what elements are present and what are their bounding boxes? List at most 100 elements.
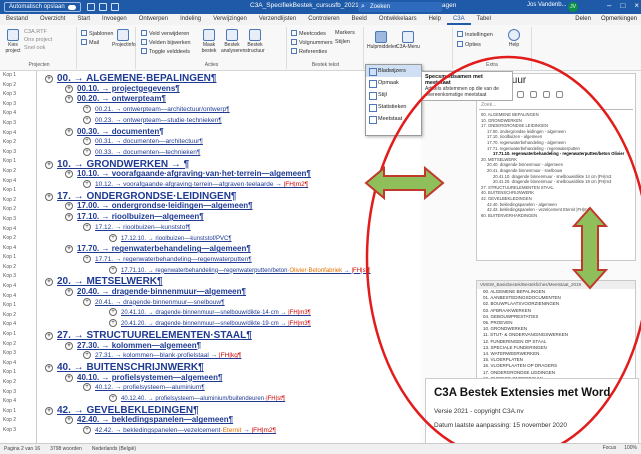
tree-item[interactable]: 60. BUITENVERHARDINGEN	[477, 213, 635, 219]
heading-level-1[interactable]: +00. → ALGEMENE·BEPALINGEN¶	[45, 73, 216, 84]
heading-level-3[interactable]: +10.12. → voorafgaande·afgraving·terrein…	[83, 180, 308, 188]
word-count[interactable]: 3798 woorden	[50, 446, 82, 452]
tab-indeling[interactable]: Indeling	[174, 14, 207, 25]
expand-icon[interactable]: +	[45, 160, 53, 169]
close-icon[interactable]: ×	[634, 1, 639, 10]
menu-item-bladwijzers[interactable]: Bladwijzers	[366, 65, 421, 77]
heading-level-1[interactable]: +27. → STRUCTUURELEMENTEN·STAAL¶	[45, 330, 252, 341]
heading-level-1[interactable]: +42. → GEVELBEKLEDINGEN¶	[45, 405, 199, 416]
heading-level-3[interactable]: +00.21. → ontwerpteam—architectuur/ontwe…	[83, 105, 230, 114]
expand-icon[interactable]: +	[83, 105, 91, 114]
expand-icon[interactable]: +	[65, 213, 73, 222]
tab-bestand[interactable]: Bestand	[0, 14, 34, 25]
heading-level-3[interactable]: +20.41. → dragende·binnenmuur—snelbouw¶	[83, 297, 225, 306]
expand-icon[interactable]: +	[45, 363, 53, 372]
heading-level-4[interactable]: +17.71.10. → regenwaterbehandeling—regen…	[109, 265, 371, 274]
heading-level-4[interactable]: +40.12.40. → profielsysteem—aluminium/bu…	[109, 394, 285, 402]
expand-icon[interactable]: +	[109, 233, 117, 242]
heading-level-3[interactable]: +40.12. → profielsysteem—aluminium¶	[83, 383, 205, 392]
avatar[interactable]: JV	[568, 2, 578, 12]
expand-icon[interactable]	[517, 90, 524, 98]
markers-button[interactable]: Markers	[335, 30, 355, 36]
help-button[interactable]: Help	[503, 29, 525, 48]
tree-item[interactable]: 17.71.10. regenwaterbehandeling - regenw…	[477, 151, 635, 157]
expand-icon[interactable]: +	[45, 75, 53, 83]
menu-item-meetstaat[interactable]: Meetstaat	[366, 113, 421, 125]
tab-ontwikkelaars[interactable]: Ontwikkelaars	[373, 14, 423, 25]
expand-icon[interactable]: +	[83, 254, 91, 263]
expand-icon[interactable]: +	[83, 383, 91, 392]
heading-level-3[interactable]: +42.42. → bekledingspanelen—vezelcement·…	[83, 426, 276, 435]
heading-level-1[interactable]: +10. → GRONDWERKEN → ¶	[45, 159, 189, 170]
referenties-button[interactable]: Referenties	[291, 48, 327, 55]
instellingen-button[interactable]: Instellingen	[457, 31, 493, 38]
tab-start[interactable]: Start	[71, 14, 96, 25]
heading-level-2[interactable]: +00.10. → projectgegevens¶	[65, 84, 180, 93]
expand-icon[interactable]: +	[45, 406, 53, 415]
mail-button[interactable]: Mail	[81, 39, 99, 46]
menu-item-stijl[interactable]: Stijl	[366, 89, 421, 101]
sjablonen-button[interactable]: Sjablonen	[81, 30, 113, 37]
expand-icon[interactable]: +	[83, 222, 91, 231]
c3a-menu-button[interactable]: C3A-Menu	[396, 31, 420, 50]
expand-icon[interactable]: +	[83, 137, 91, 146]
opties-button[interactable]: Opties	[457, 41, 481, 48]
heading-level-2[interactable]: +00.30. → documenten¶	[65, 127, 164, 136]
user-name[interactable]: Jos Vandenb...	[527, 2, 567, 8]
heading-level-3[interactable]: +27.31. → kolommen—blank·profielstaal → …	[83, 351, 241, 360]
expand-icon[interactable]: +	[65, 416, 73, 425]
language-indicator[interactable]: Nederlands (België)	[92, 446, 136, 452]
expand-icon[interactable]: +	[83, 147, 91, 156]
heading-level-3[interactable]: +17.71. → regenwaterbehandeling—regenwat…	[83, 254, 252, 263]
heading-level-2[interactable]: +17.00. → ondergrondse·leidingen—algemee…	[65, 201, 253, 211]
expand-icon[interactable]: +	[65, 170, 73, 179]
expand-icon[interactable]: +	[65, 127, 73, 136]
stijlen-button[interactable]: Stijlen	[335, 39, 350, 45]
heading-level-3[interactable]: +17.12. → rioolbuizen—kunststof¶	[83, 222, 191, 231]
heading-level-2[interactable]: +10.10. → voorafgaande·afgraving·van·het…	[65, 169, 311, 179]
hulpmiddelen-button[interactable]: Hulpmiddelen	[367, 31, 398, 50]
expand-icon[interactable]: +	[83, 351, 91, 360]
collapse-icon[interactable]	[530, 90, 537, 98]
expand-icon[interactable]: +	[45, 192, 53, 201]
bestek-structuur-button[interactable]: Bestek structuur	[245, 29, 265, 54]
undo-icon[interactable]	[98, 3, 107, 11]
expand-icon[interactable]: +	[83, 297, 91, 306]
tab-action-opmerkingen[interactable]: Opmerkingen	[601, 14, 637, 25]
expand-icon[interactable]: +	[45, 278, 53, 287]
refresh-icon[interactable]	[556, 90, 563, 98]
meetcodes-button[interactable]: Meetcodes	[291, 30, 326, 37]
expand-icon[interactable]: +	[109, 308, 117, 317]
menu-item-opmaak[interactable]: Opmaak	[366, 77, 421, 89]
projectinfo-button[interactable]: Projectinfo	[112, 29, 136, 48]
expand-icon[interactable]: +	[109, 265, 117, 274]
heading-level-2[interactable]: +42.40. → bekledingspanelen—algemeen¶	[65, 415, 233, 425]
veld-verwijderen-button[interactable]: Veld verwijderen	[141, 30, 189, 37]
save-icon[interactable]	[86, 3, 95, 11]
heading-level-2[interactable]: +27.30. → kolommen—algemeen¶	[65, 341, 201, 350]
tab-verwijzingen[interactable]: Verwijzingen	[207, 14, 253, 25]
expand-icon[interactable]: +	[109, 319, 117, 328]
tab-c3a[interactable]: C3A	[446, 14, 471, 25]
heading-level-2[interactable]: +17.10. → rioolbuizen—algemeen¶	[65, 212, 204, 222]
heading-level-1[interactable]: +17. → ONDERGRONDSE·LEIDINGEN¶	[45, 191, 236, 202]
tab-tabel[interactable]: Tabel	[471, 14, 497, 25]
tab-beeld[interactable]: Beeld	[346, 14, 373, 25]
tab-ontwerpen[interactable]: Ontwerpen	[133, 14, 174, 25]
heading-level-1[interactable]: +20. → METSELWERK¶	[45, 276, 163, 287]
expand-icon[interactable]: +	[109, 394, 117, 402]
tab-verzendlijsten[interactable]: Verzendlijsten	[253, 14, 302, 25]
expand-icon[interactable]: +	[83, 115, 91, 124]
autosave-toggle[interactable]: Automatisch opslaan	[4, 2, 81, 12]
tab-action-delen[interactable]: Delen	[575, 14, 591, 25]
expand-icon[interactable]: +	[65, 341, 73, 350]
redo-icon[interactable]	[110, 3, 119, 11]
tab-invoegen[interactable]: Invoegen	[96, 14, 133, 25]
structure-search-input[interactable]: Zoek...	[479, 102, 633, 110]
expand-icon[interactable]: +	[65, 245, 73, 254]
toggle-velddeels-button[interactable]: Toggle velddeels	[141, 48, 190, 55]
expand-icon[interactable]: +	[65, 373, 73, 382]
heading-level-2[interactable]: +40.10. → profielsystemen—algemeen¶	[65, 373, 222, 382]
heading-level-3[interactable]: +00.33. → documenten—technieken¶	[83, 147, 200, 156]
search-box[interactable]: Zoeken	[358, 2, 442, 12]
